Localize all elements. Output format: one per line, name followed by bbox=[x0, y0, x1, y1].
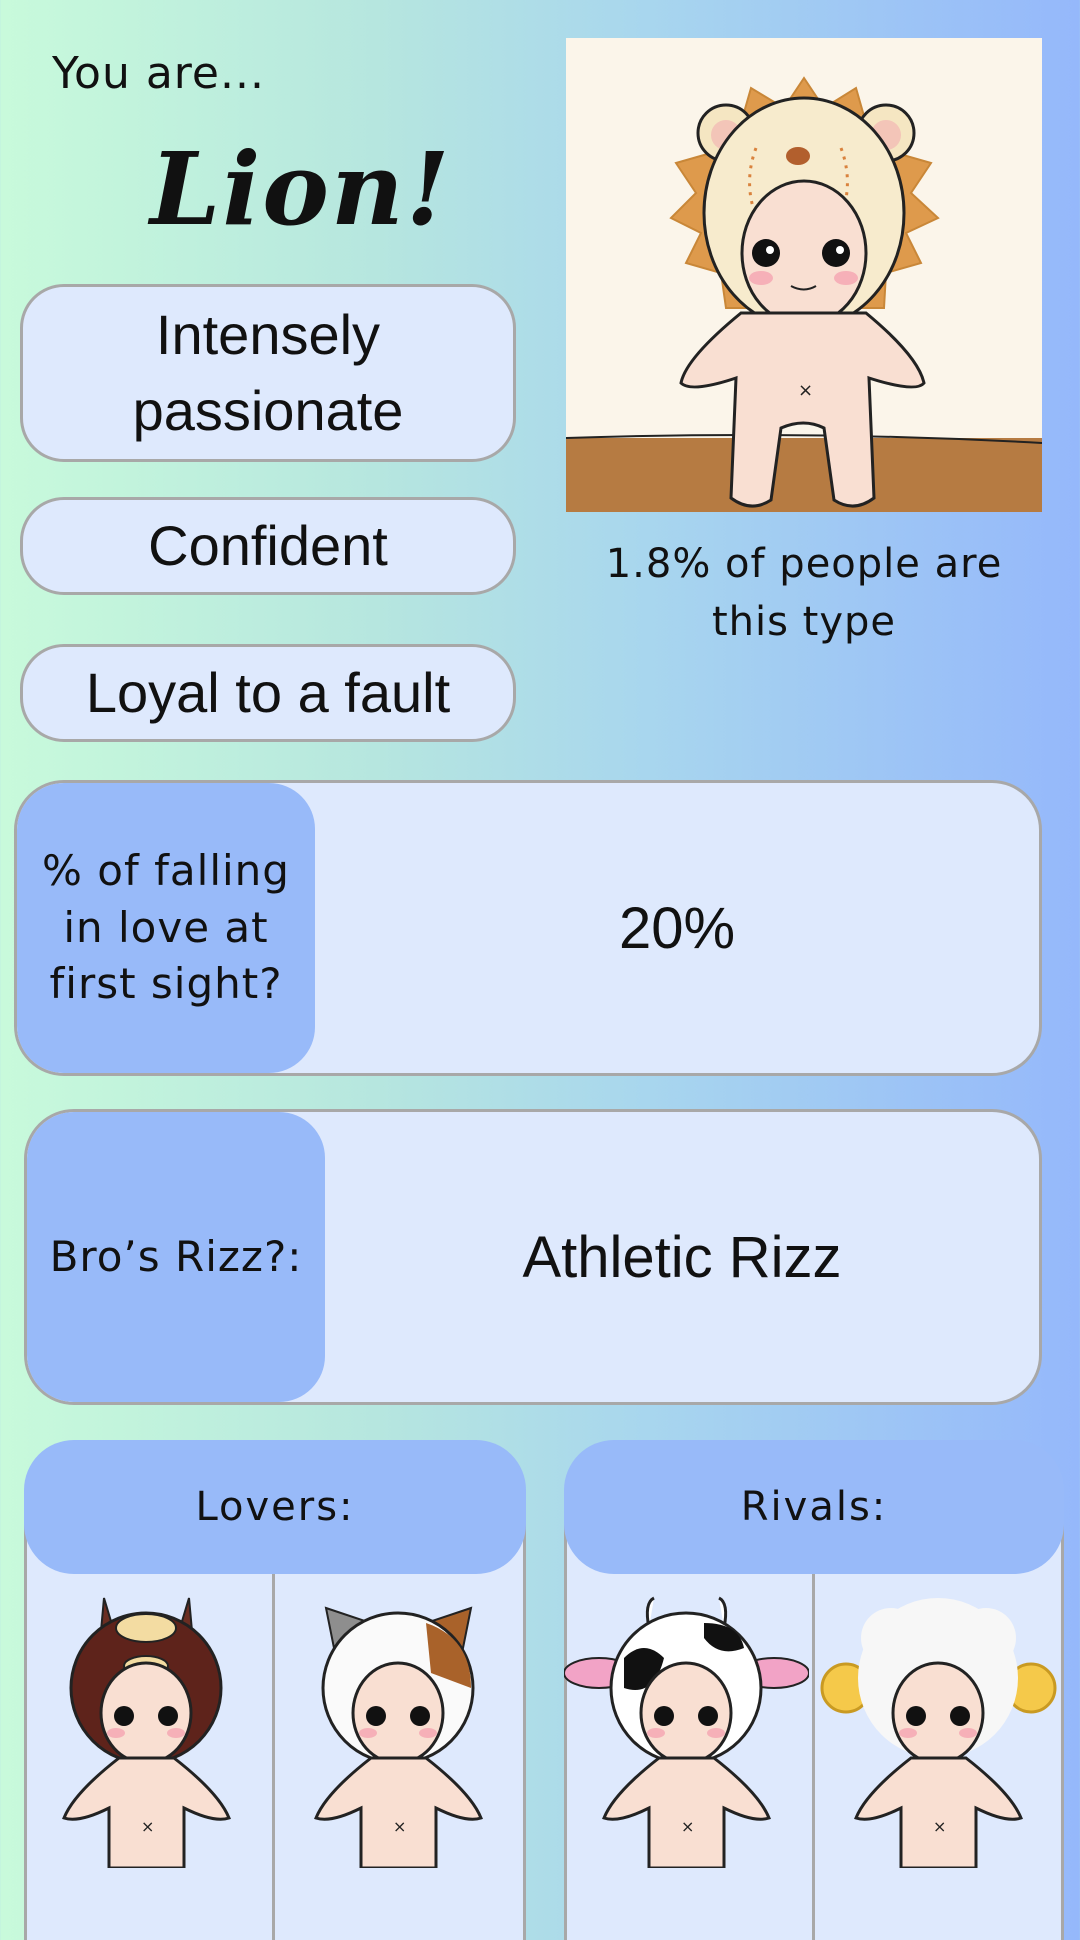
type-name: Lion! bbox=[150, 130, 452, 248]
svg-text:×: × bbox=[141, 1817, 154, 1836]
cat-figure-icon: × bbox=[276, 1578, 521, 1870]
type-percentage: 1.8% of people are this type bbox=[605, 541, 1003, 645]
rizz-label: Bro’s Rizz?: bbox=[27, 1112, 325, 1402]
trait-3: Loyal to a fault bbox=[20, 644, 516, 742]
trait-2: Confident bbox=[20, 497, 516, 595]
love-first-sight-label: % of falling in love at first sight? bbox=[17, 783, 315, 1073]
intro-text: You are... bbox=[52, 48, 265, 99]
lovers-title: Lovers: bbox=[24, 1440, 526, 1574]
lovers-panel: Lovers: × × bbox=[24, 1440, 526, 1940]
cow-figure-icon: × bbox=[563, 1578, 810, 1870]
svg-text:×: × bbox=[681, 1817, 694, 1836]
rizz-value: Athletic Rizz bbox=[522, 1224, 842, 1290]
trait-1: Intensely passionate bbox=[20, 284, 516, 462]
horse-figure-icon: × bbox=[24, 1578, 269, 1870]
rizz-card: Bro’s Rizz?: Athletic Rizz bbox=[24, 1109, 1042, 1405]
svg-text:×: × bbox=[798, 380, 813, 401]
rivals-title: Rivals: bbox=[564, 1440, 1064, 1574]
love-first-sight-card: % of falling in love at first sight? 20% bbox=[14, 780, 1042, 1076]
love-first-sight-value: 20% bbox=[618, 895, 736, 961]
rivals-panel: Rivals: × × bbox=[563, 1440, 1064, 1940]
sheep-figure-icon: × bbox=[816, 1578, 1061, 1870]
lion-figure-icon: × bbox=[566, 38, 1042, 512]
svg-text:×: × bbox=[933, 1817, 946, 1836]
svg-text:×: × bbox=[393, 1817, 406, 1836]
